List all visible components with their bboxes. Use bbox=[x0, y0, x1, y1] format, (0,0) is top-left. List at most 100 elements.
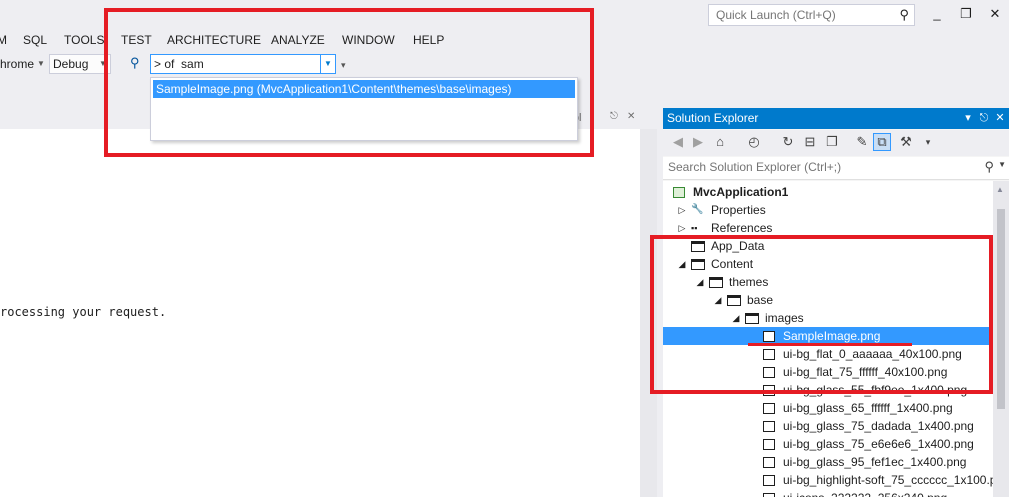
pin-icon[interactable]: ⎋ bbox=[610, 111, 618, 122]
navigate-to-box[interactable]: ▼ bbox=[150, 54, 336, 74]
image-file-icon bbox=[763, 475, 775, 486]
close-icon[interactable]: ✕ bbox=[992, 108, 1008, 129]
tree-item[interactable]: ui-bg_flat_0_aaaaaa_40x100.png bbox=[663, 345, 993, 363]
tree-expander-icon[interactable]: ▷ bbox=[677, 201, 687, 219]
show-all-files-icon[interactable]: ❐ bbox=[823, 133, 841, 151]
image-file-icon bbox=[763, 403, 775, 414]
menu-item-analyze[interactable]: ANALYZE bbox=[271, 30, 325, 50]
tree-item-label: base bbox=[747, 293, 774, 307]
tree-item[interactable]: ◢ themes bbox=[663, 273, 993, 291]
view-class-diagram-icon[interactable]: ⚒ bbox=[897, 133, 915, 151]
solution-tree: MvcApplication1 ▷ 🔧 Properties ▷ ▪▪ References… bbox=[663, 181, 993, 497]
pending-changes-filter-icon[interactable]: ◴ bbox=[745, 133, 763, 151]
solution-tree-scrollbar[interactable]: ▲ bbox=[993, 181, 1009, 497]
tree-item-label: ui-bg_glass_75_e6e6e6_1x400.png bbox=[783, 437, 974, 451]
image-file-icon bbox=[763, 421, 775, 432]
tree-item[interactable]: ui-bg_glass_65_ffffff_1x400.png bbox=[663, 399, 993, 417]
tree-item[interactable]: ui-bg_glass_75_e6e6e6_1x400.png bbox=[663, 435, 993, 453]
restore-button[interactable]: ❐ bbox=[955, 4, 977, 24]
menu-item-help[interactable]: HELP bbox=[413, 30, 444, 50]
chevron-down-icon[interactable]: ▼ bbox=[37, 56, 45, 72]
solution-explorer-toolbar: ◀ ▶ ⌂ ◴ ↻ ⊟ ❐ ✎ ⧉ ⚒ ▾ bbox=[663, 130, 1009, 156]
menu-item-window[interactable]: WINDOW bbox=[342, 30, 395, 50]
minimize-button[interactable]: _ bbox=[926, 4, 948, 24]
home-icon[interactable]: ⌂ bbox=[711, 133, 729, 151]
tree-item-label: References bbox=[711, 221, 773, 235]
folder-open-icon bbox=[709, 277, 723, 288]
tree-expander-icon[interactable]: ◢ bbox=[695, 273, 705, 291]
tree-item[interactable]: ui-bg_flat_75_ffffff_40x100.png bbox=[663, 363, 993, 381]
tree-item[interactable]: MvcApplication1 bbox=[663, 183, 993, 201]
chevron-down-icon[interactable]: ▼ bbox=[320, 55, 335, 73]
tree-item[interactable]: ui-bg_glass_75_dadada_1x400.png bbox=[663, 417, 993, 435]
tree-item-label: ui-icons_222222_256x240.png bbox=[783, 489, 947, 497]
tree-item-label: ui-bg_highlight-soft_75_cccccc_1x100.png bbox=[783, 473, 993, 487]
menu-item-architecture[interactable]: ARCHITECTURE bbox=[167, 30, 261, 50]
solution-explorer-title-bar: Solution Explorer ▾ ⎋ ✕ bbox=[663, 108, 1009, 129]
solution-explorer-title: Solution Explorer bbox=[667, 111, 759, 125]
configuration-value: Debug bbox=[53, 57, 89, 71]
image-file-icon bbox=[763, 349, 775, 360]
tree-expander-icon[interactable]: ◢ bbox=[731, 309, 741, 327]
quick-launch-box[interactable]: ⚲ bbox=[708, 4, 915, 26]
quick-launch-input[interactable] bbox=[709, 5, 896, 25]
forward-icon[interactable]: ▶ bbox=[689, 133, 707, 151]
solution-explorer-search[interactable]: ⚲ ▼ bbox=[663, 157, 1009, 180]
search-icon[interactable]: ⚲ bbox=[899, 7, 909, 23]
wrench-icon: 🔧 bbox=[691, 204, 704, 215]
menu-item-test[interactable]: TEST bbox=[121, 30, 152, 50]
search-icon[interactable]: ⚲ bbox=[984, 159, 994, 175]
tree-item[interactable]: ◢ Content bbox=[663, 255, 993, 273]
menu-item-partial[interactable]: M bbox=[0, 30, 7, 50]
tree-expander-icon[interactable]: ◢ bbox=[713, 291, 723, 309]
close-icon[interactable]: ✕ bbox=[627, 111, 635, 122]
solution-explorer-search-input[interactable] bbox=[663, 157, 968, 177]
collapse-all-icon[interactable]: ⊟ bbox=[801, 133, 819, 151]
folder-open-icon bbox=[691, 259, 705, 270]
tree-expander-icon[interactable]: ◢ bbox=[677, 255, 687, 273]
menu-item-sql[interactable]: SQL bbox=[23, 30, 47, 50]
back-icon[interactable]: ◀ bbox=[669, 133, 687, 151]
tree-item[interactable]: ui-icons_222222_256x240.png bbox=[663, 489, 993, 497]
navigate-to-input[interactable] bbox=[151, 55, 314, 73]
tree-item[interactable]: ◢ images bbox=[663, 309, 993, 327]
tree-item[interactable]: ▷ ▪▪ References bbox=[663, 219, 993, 237]
scrollbar-thumb[interactable] bbox=[997, 209, 1005, 409]
navigate-to-results: SampleImage.png (MvcApplication1\Content… bbox=[150, 77, 578, 141]
tree-item[interactable]: ui-bg_glass_55_fbf9ee_1x400.png bbox=[663, 381, 993, 399]
references-icon: ▪▪ bbox=[691, 223, 698, 233]
navigate-to-icon[interactable]: ⚲ bbox=[130, 55, 140, 71]
tree-expander-icon[interactable]: ▷ bbox=[677, 219, 687, 237]
image-file-icon bbox=[763, 439, 775, 450]
configuration-dropdown[interactable]: Debug ▼ bbox=[49, 54, 111, 74]
dropdown-icon[interactable]: ▾ bbox=[960, 108, 976, 129]
chevron-down-icon[interactable]: ▾ bbox=[919, 133, 937, 151]
chevron-down-icon[interactable]: ▼ bbox=[96, 55, 110, 73]
toolbar-overflow-icon[interactable]: ▾ bbox=[341, 60, 346, 71]
browser-selector[interactable]: hrome bbox=[0, 56, 34, 72]
preview-selected-items-icon[interactable]: ⧉ bbox=[873, 133, 891, 151]
image-file-icon bbox=[763, 331, 775, 342]
annotation-underline bbox=[748, 343, 912, 346]
tree-item[interactable]: ▷ 🔧 Properties bbox=[663, 201, 993, 219]
editor-scrollbar[interactable] bbox=[640, 129, 657, 497]
image-file-icon bbox=[763, 493, 775, 497]
navigate-result-item[interactable]: SampleImage.png (MvcApplication1\Content… bbox=[153, 80, 575, 98]
menu-item-tools[interactable]: TOOLS bbox=[64, 30, 104, 50]
tree-item[interactable]: ◢ base bbox=[663, 291, 993, 309]
tree-item[interactable]: App_Data bbox=[663, 237, 993, 255]
tree-item-label: Content bbox=[711, 257, 754, 271]
tree-item-label: App_Data bbox=[711, 239, 765, 253]
tree-item[interactable]: ui-bg_glass_95_fef1ec_1x400.png bbox=[663, 453, 993, 471]
tree-item[interactable]: ui-bg_highlight-soft_75_cccccc_1x100.png bbox=[663, 471, 993, 489]
sync-icon[interactable]: ↻ bbox=[779, 133, 797, 151]
project-icon bbox=[673, 187, 685, 198]
tree-item-label: ui-bg_glass_55_fbf9ee_1x400.png bbox=[783, 383, 968, 397]
image-file-icon bbox=[763, 457, 775, 468]
close-button[interactable]: ✕ bbox=[984, 4, 1006, 24]
properties-icon[interactable]: ✎ bbox=[853, 133, 871, 151]
pin-icon[interactable]: ⎋ bbox=[976, 108, 992, 129]
chevron-down-icon[interactable]: ▼ bbox=[998, 160, 1006, 169]
tree-item-label: MvcApplication1 bbox=[693, 185, 789, 199]
scroll-up-icon[interactable]: ▲ bbox=[996, 185, 1004, 194]
